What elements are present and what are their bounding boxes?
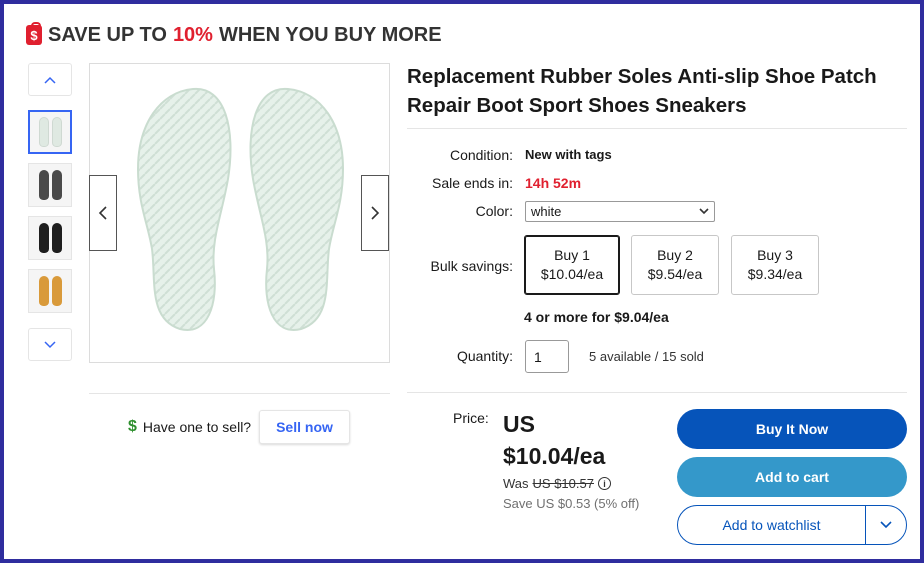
divider (89, 393, 390, 394)
watchlist-control: Add to watchlist (677, 505, 907, 545)
promo-prefix: SAVE UP TO (48, 23, 167, 46)
main-product-image[interactable] (89, 63, 390, 363)
thumbnail-1[interactable] (28, 110, 72, 154)
sole-thumbnail-image (51, 223, 62, 253)
price-currency: US (503, 411, 535, 437)
promo-percent: 10% (172, 23, 213, 46)
price-label: Price: (453, 410, 489, 426)
color-select[interactable]: white (525, 201, 715, 222)
quantity-label: Quantity: (456, 348, 513, 364)
info-icon[interactable]: i (597, 477, 611, 490)
color-label: Color: (475, 203, 513, 219)
image-prev-button[interactable] (89, 175, 117, 251)
chevron-down-icon (699, 208, 709, 215)
savings-text: Save US $0.53 (5% off) (503, 496, 640, 511)
sole-thumbnail-image (38, 170, 49, 200)
bulk-savings-label: Bulk savings: (430, 258, 513, 274)
watchlist-dropdown-button[interactable] (866, 506, 906, 544)
bulk-option-price: $9.54/ea (647, 266, 703, 282)
bulk-more-note: 4 or more for $9.04/ea (524, 309, 669, 325)
buy-it-now-button[interactable]: Buy It Now (677, 409, 907, 449)
image-next-button[interactable] (361, 175, 389, 251)
sole-thumbnail-image (38, 276, 49, 306)
sole-thumbnail-image (38, 223, 49, 253)
condition-label: Condition: (449, 147, 513, 163)
shoe-soles-image (136, 87, 345, 331)
was-label: Was (503, 476, 529, 491)
sale-ends-value: 14h 52m (525, 175, 582, 191)
bulk-option-buy-1[interactable]: Buy 1 $10.04/ea (524, 235, 620, 295)
color-selected-value: white (531, 204, 562, 219)
price-value: US $10.04/ea (503, 408, 673, 472)
bulk-option-price: $9.34/ea (747, 266, 803, 282)
chevron-up-icon (44, 76, 56, 84)
sole-thumbnail-image (51, 276, 62, 306)
chevron-left-icon (98, 206, 107, 220)
sole-thumbnail-image (51, 170, 62, 200)
promo-banner: $ SAVE UP TO 10% WHEN YOU BUY MORE (26, 22, 442, 48)
bulk-option-qty: Buy 1 (554, 247, 590, 263)
sell-prompt-row: $ Have one to sell? Sell now (128, 410, 350, 444)
sole-thumbnail-image (38, 117, 49, 147)
item-title: Replacement Rubber Soles Anti-slip Shoe … (407, 65, 877, 117)
quantity-input[interactable]: 1 (525, 340, 569, 373)
sell-now-button[interactable]: Sell now (259, 410, 350, 444)
was-price-row: Was US $10.57 i (503, 476, 611, 491)
chevron-down-icon (880, 521, 892, 529)
bulk-option-qty: Buy 2 (657, 247, 693, 263)
add-to-cart-button[interactable]: Add to cart (677, 457, 907, 497)
promo-suffix: WHEN YOU BUY MORE (218, 23, 442, 46)
divider (407, 128, 907, 129)
divider (407, 392, 907, 393)
sale-ends-label: Sale ends in: (432, 175, 513, 191)
price-amount: $10.04/ea (503, 443, 606, 469)
thumbnail-scroll-down-button[interactable] (28, 328, 72, 361)
thumbnail-scroll-up-button[interactable] (28, 63, 72, 96)
was-price: US $10.57 (532, 476, 594, 491)
sole-thumbnail-image (51, 117, 62, 147)
add-to-watchlist-button[interactable]: Add to watchlist (678, 506, 866, 544)
sell-prompt-text: Have one to sell? (142, 419, 252, 435)
bulk-option-price: $10.04/ea (540, 266, 604, 282)
price-tag-icon: $ (26, 22, 42, 45)
condition-value: New with tags (525, 147, 612, 162)
thumbnail-3[interactable] (28, 216, 72, 260)
chevron-right-icon (371, 206, 380, 220)
bulk-option-qty: Buy 3 (757, 247, 793, 263)
bulk-option-buy-2[interactable]: Buy 2 $9.54/ea (631, 235, 719, 295)
availability-text: 5 available / 15 sold (589, 349, 704, 364)
thumbnail-4[interactable] (28, 269, 72, 313)
dollar-icon: $ (128, 418, 137, 435)
bulk-option-buy-3[interactable]: Buy 3 $9.34/ea (731, 235, 819, 295)
chevron-down-icon (44, 340, 56, 348)
thumbnail-2[interactable] (28, 163, 72, 207)
